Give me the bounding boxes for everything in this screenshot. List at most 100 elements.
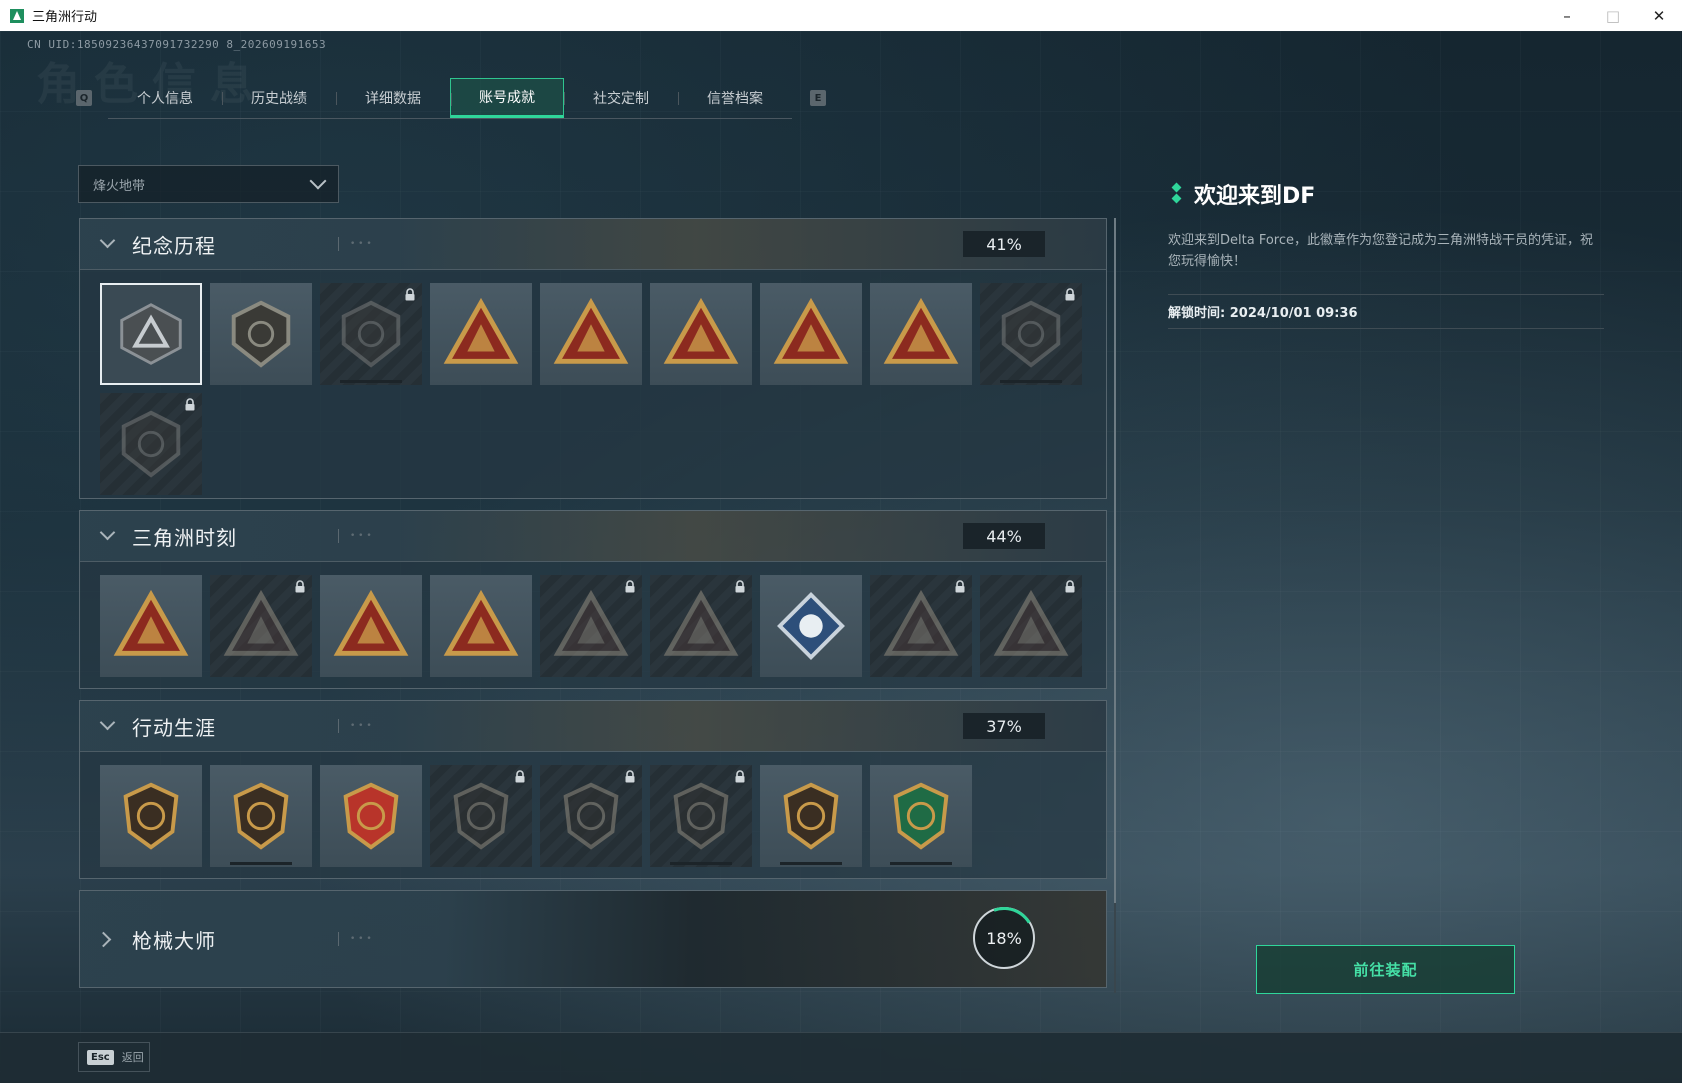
- arrow-locked-emblem: [663, 589, 739, 656]
- tab-personal-info[interactable]: 个人信息: [108, 78, 222, 118]
- badge-tile[interactable]: [870, 283, 972, 385]
- section-header[interactable]: 枪械大师 • • • 18%: [80, 891, 1106, 987]
- divider: [338, 237, 339, 251]
- badge-tile[interactable]: [760, 575, 862, 677]
- dots-decoration: • • •: [350, 531, 372, 541]
- chevron-down-icon[interactable]: [100, 529, 114, 543]
- badge-tile[interactable]: [760, 283, 862, 385]
- eye-medal-emblem: [783, 782, 839, 850]
- tank-locked-emblem: [553, 589, 629, 656]
- badge-progress-bar: [340, 380, 402, 383]
- lock-icon: [515, 770, 525, 783]
- hand-heart-emblem: [663, 297, 739, 364]
- divider: [338, 719, 339, 733]
- tab-detailed-data[interactable]: 详细数据: [336, 78, 450, 118]
- tab-reputation[interactable]: 信誉档案: [678, 78, 792, 118]
- badge-tile[interactable]: [210, 575, 312, 677]
- badge-tile[interactable]: [540, 575, 642, 677]
- equip-button[interactable]: 前往装配: [1256, 945, 1515, 994]
- badge-tile[interactable]: [430, 283, 532, 385]
- section-percent: 44%: [963, 523, 1045, 549]
- divider: [1168, 328, 1604, 329]
- progress-ring: 18%: [973, 907, 1035, 969]
- badge-tile[interactable]: [980, 283, 1082, 385]
- window-titlebar: 三角洲行动 – □ ✕: [0, 0, 1682, 31]
- scrollbar-thumb[interactable]: [1114, 218, 1116, 903]
- chevron-down-icon[interactable]: [100, 237, 114, 251]
- badge-tile[interactable]: [320, 765, 422, 867]
- badge-tile[interactable]: [100, 575, 202, 677]
- badge-tile[interactable]: [100, 765, 202, 867]
- usb-drive-emblem: [113, 589, 189, 656]
- tab-bar: Q 个人信息 历史战绩 详细数据 账号成就 社交定制 信誉档案 E: [76, 77, 826, 119]
- eagle-locked-emblem: [883, 589, 959, 656]
- section-memorial: 纪念历程 • • • 41%: [79, 218, 1107, 499]
- badge-tile[interactable]: [870, 575, 972, 677]
- green-dragon-emblem: [893, 782, 949, 850]
- close-button[interactable]: ✕: [1636, 0, 1682, 31]
- badge-tile[interactable]: [540, 765, 642, 867]
- user-uid: CN UID:18509236437091732290 8_2026091916…: [27, 38, 327, 51]
- badge-tile[interactable]: [650, 575, 752, 677]
- app-logo-icon: [10, 8, 24, 23]
- section-title: 三角洲时刻: [132, 525, 237, 550]
- badge-tile[interactable]: [650, 765, 752, 867]
- star-medal-emblem: [123, 782, 179, 850]
- soldier-locked-emblem: [223, 589, 299, 656]
- number-1-emblem: [773, 297, 849, 364]
- bottom-bar: [0, 1032, 1682, 1083]
- badge-tile[interactable]: [540, 283, 642, 385]
- badge-progress-bar: [230, 862, 292, 865]
- section-delta-moments: 三角洲时刻 • • • 44%: [79, 510, 1107, 689]
- badge-tile[interactable]: [100, 393, 202, 495]
- badge-tile[interactable]: [320, 575, 422, 677]
- section-title: 行动生涯: [132, 715, 216, 740]
- dots-decoration: • • •: [350, 239, 372, 249]
- badge-tile[interactable]: [870, 765, 972, 867]
- tab-next-key[interactable]: E: [810, 90, 826, 106]
- badge-tile[interactable]: [430, 575, 532, 677]
- skull-locked-emblem: [993, 589, 1069, 656]
- lock-icon: [955, 580, 965, 593]
- divider: [1168, 294, 1604, 295]
- badge-tile[interactable]: [650, 283, 752, 385]
- minimize-button[interactable]: –: [1544, 0, 1590, 31]
- tab-achievements[interactable]: 账号成就: [450, 77, 564, 118]
- scrollbar-track[interactable]: [1114, 903, 1116, 993]
- tab-social[interactable]: 社交定制: [564, 78, 678, 118]
- dots-decoration: • • •: [350, 934, 372, 944]
- badge-tile[interactable]: [210, 283, 312, 385]
- eagle-medal-emblem: [343, 782, 399, 850]
- tab-prev-key[interactable]: Q: [76, 90, 92, 106]
- section-header[interactable]: 三角洲时刻 • • • 44%: [80, 511, 1106, 562]
- divider: [338, 932, 339, 946]
- section-header[interactable]: 纪念历程 • • • 41%: [80, 219, 1106, 270]
- anniversary-locked-emblem: [1001, 300, 1061, 368]
- mode-dropdown[interactable]: 烽火地带: [78, 165, 339, 203]
- badge-description: 欢迎来到Delta Force，此徽章作为您登记成为三角洲特战干员的凭证，祝您玩…: [1168, 233, 1593, 269]
- back-button[interactable]: Esc 返回: [78, 1042, 150, 1072]
- section-percent: 41%: [963, 231, 1045, 257]
- unlock-time: 解锁时间: 2024/10/01 09:36: [1168, 306, 1358, 321]
- lock-icon: [1065, 580, 1075, 593]
- rose-emblem: [777, 592, 845, 660]
- triangle-logo-emblem: [120, 303, 182, 365]
- maximize-button[interactable]: □: [1590, 0, 1636, 31]
- badge-grid: [80, 752, 1106, 883]
- esc-key: Esc: [87, 1049, 114, 1065]
- badge-tile[interactable]: [760, 765, 862, 867]
- badge-tile[interactable]: [320, 283, 422, 385]
- badge-tile[interactable]: [430, 765, 532, 867]
- section-header[interactable]: 行动生涯 • • • 37%: [80, 701, 1106, 752]
- chevron-right-icon[interactable]: [100, 932, 114, 946]
- tab-history[interactable]: 历史战绩: [222, 78, 336, 118]
- lock-icon: [1065, 288, 1075, 301]
- section-title: 枪械大师: [132, 928, 216, 953]
- globe-2025-locked-emblem: [121, 410, 181, 478]
- badge-tile[interactable]: [210, 765, 312, 867]
- badge-tile[interactable]: [100, 283, 202, 385]
- number-2-emblem: [883, 297, 959, 364]
- lock-icon: [625, 580, 635, 593]
- chevron-down-icon[interactable]: [100, 719, 114, 733]
- badge-tile[interactable]: [980, 575, 1082, 677]
